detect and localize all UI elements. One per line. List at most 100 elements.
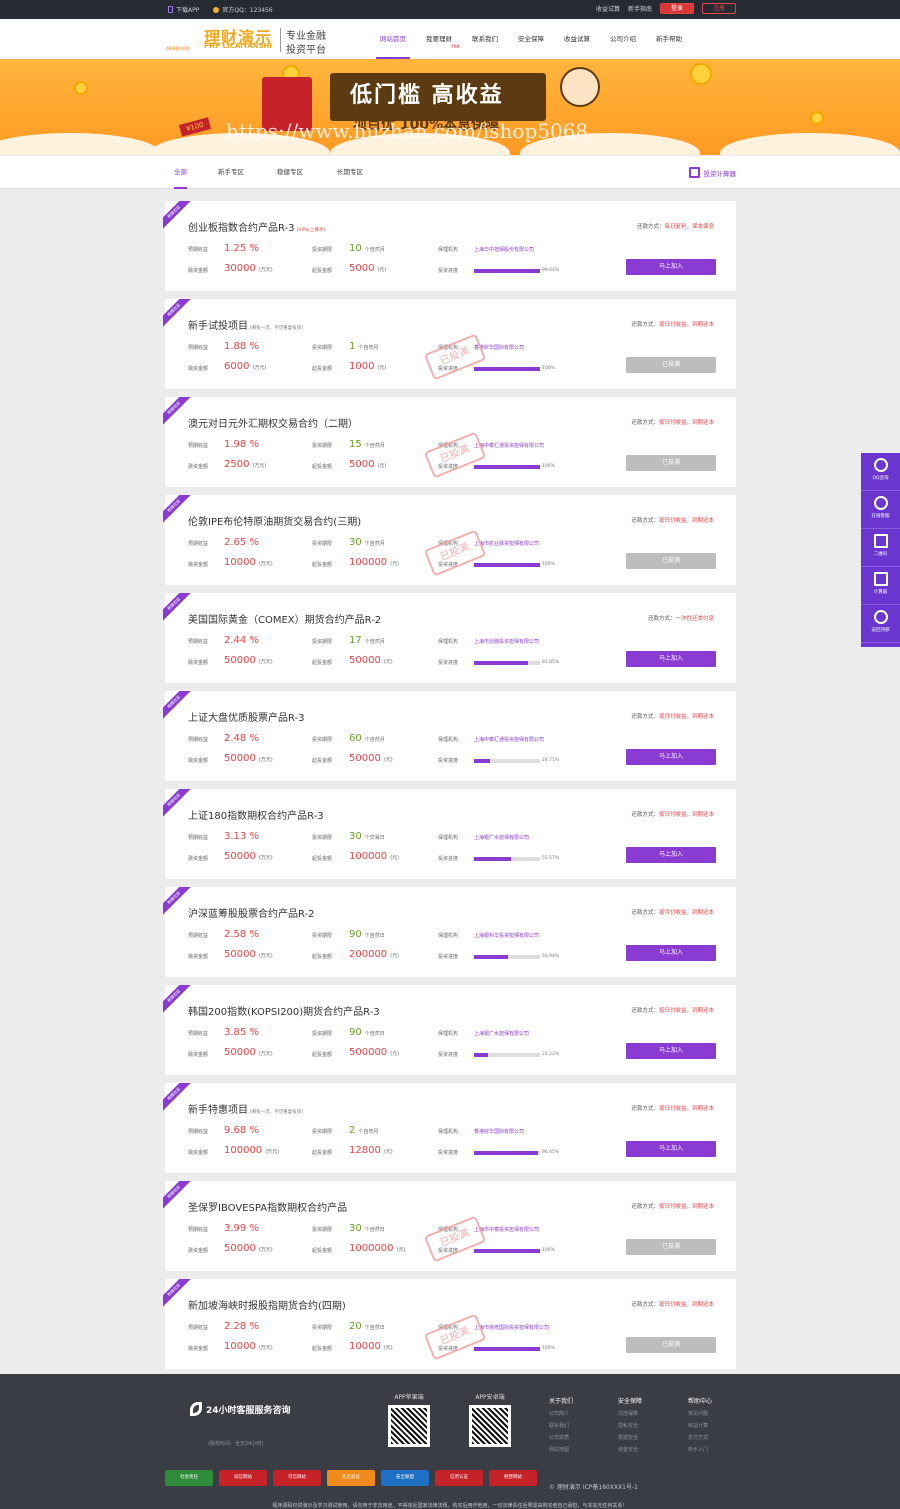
join-button[interactable]: 马上加入 [626,1043,716,1059]
min-value: 10000 [349,1341,381,1352]
product-title[interactable]: 创业板指数合约产品R-3 (VIP以上尊享) [188,219,325,234]
invest-term: 30 个交易日 [349,831,385,842]
footer-link[interactable]: 收益计算 [688,1422,738,1429]
site-logo[interactable]: 理财演示 PHP LICAIYANSHI ABP理财系统 专业金融 投资平台 [166,24,338,56]
legal-notice: 程序源码仅供演示及学习测试使用，请勿用于非法用途，不得违反国家法律法规，购买后用… [272,1503,628,1509]
product-title[interactable]: 伦敦IPE布伦特原油期货交易合约(三期) [188,513,361,528]
trust-badge[interactable]: 可信网站 [273,1470,321,1486]
nav-item-2[interactable]: 联系我们 [462,19,508,59]
filter-tab-1[interactable]: 新手专区 [218,156,244,189]
promo-banner[interactable]: ¥100 低门槛 高收益 项目优 100%本息保障 https://www.hu… [0,59,900,155]
footer-link[interactable]: 新手入门 [688,1446,738,1453]
trust-badge[interactable]: 实名验证 [327,1470,375,1486]
product-title[interactable]: 圣保罗IBOVESPA指数期权合约产品 [188,1199,347,1214]
footer-link[interactable]: 公司简介 [549,1410,599,1417]
product-tag: (限投一次，不可重复投资) [250,326,304,331]
product-title[interactable]: 新加坡海峡时报股指期货合约(四期) [188,1297,346,1312]
join-button[interactable]: 马上加入 [626,259,716,275]
footer-link[interactable]: 隐私安全 [618,1422,668,1429]
product-title[interactable]: 澳元对日元外汇期权交易合约（二期） [188,415,358,430]
rate-label: 预期收益 [188,443,209,449]
footer-link[interactable]: 联系我们 [549,1422,599,1429]
repay-method: 还款方式：按日付收益，到期还本 [631,418,714,426]
product-title[interactable]: 美国国际黄金（COMEX）期货合约产品R-2 [188,611,381,626]
repay-label: 还款方式： [631,714,659,720]
footer-link[interactable]: 数据安全 [618,1434,668,1441]
side-item-3[interactable]: 计算器 [861,567,900,605]
download-app-link[interactable]: 下载APP [168,5,199,14]
min-label: 起投金额 [312,268,333,274]
side-item-0[interactable]: QQ咨询 [861,453,900,491]
progress-label: 投资进度 [438,1052,459,1058]
profit-calc-link[interactable]: 收益试算 [596,4,620,13]
product-card: 稳健收益 上证180指数期权合约产品R-3 还款方式：按日付收益，到期还本 预期收益融… [163,789,736,879]
trust-badge[interactable]: 诚信网站 [219,1470,267,1486]
progress-text: 100% [542,464,555,469]
invest-term: 90 个自然日 [349,1027,385,1038]
investment-calculator-link[interactable]: 投资计算器 [688,167,736,178]
nav-item-0[interactable]: 网站首页 [370,19,416,59]
filter-tab-0[interactable]: 全部 [174,156,187,189]
coin-icon [690,63,712,85]
repay-label: 还款方式： [636,224,665,230]
progress-text: 96.45% [542,1150,560,1155]
register-button[interactable]: 注册 [702,3,736,14]
product-title[interactable]: 上证180指数期权合约产品R-3 [188,807,324,822]
product-title[interactable]: 上证大盘优质股票产品R-3 [188,709,305,724]
invest-term: 90 个自然日 [349,929,385,940]
footer-link[interactable]: 风控保障 [618,1410,668,1417]
filter-tab-3[interactable]: 长期专区 [337,156,363,189]
trust-badge[interactable]: 社会责任 [165,1470,213,1486]
term-label: 投资期限 [312,345,333,351]
copyright: © 理财演示 ICP备160XXX1号-1 [549,1484,638,1491]
product-title[interactable]: 沪深蓝筹股股票合约产品R-2 [188,905,315,920]
footer-link[interactable]: 资金安全 [618,1446,668,1453]
footer-link[interactable]: 常见问题 [688,1410,738,1417]
unit-wan: (万元) [265,1149,280,1155]
nav-item-4[interactable]: 收益试算 [554,19,600,59]
nav-item-3[interactable]: 安全保障 [508,19,554,59]
amount-label: 融资金额 [188,954,209,960]
side-item-2[interactable]: 二维码 [861,529,900,567]
product-title[interactable]: 韩国200指数(KOPSI200)期货合约产品R-3 [188,1003,380,1018]
invest-term: 10 个自然月 [349,243,385,254]
product-title[interactable]: 新手特惠项目 (限投一次，不可重复投资) [188,1101,303,1116]
join-button[interactable]: 马上加入 [626,945,716,961]
app-android-qr[interactable]: APP安卓端 [467,1392,513,1447]
product-title[interactable]: 新手试投项目 (限投一次，不可重复投资) [188,317,303,332]
trust-badge[interactable]: 信用认证 [435,1470,483,1486]
nav-item-1[interactable]: 我要理财 Hot [416,19,462,59]
guide-link[interactable]: 新手指南 [628,4,652,13]
footer-link[interactable]: 网站地图 [549,1446,599,1453]
side-item-4[interactable]: 返回顶部 [861,605,900,643]
min-investment: 12800 (元) [349,1145,393,1156]
footer-link[interactable]: 公司资质 [549,1434,599,1441]
repay-method: 还款方式：一次性还本付息 [648,614,714,622]
headset-icon [873,496,888,510]
nav-item-label: 收益试算 [564,35,590,43]
nav-item-6[interactable]: 新手帮助 [646,19,692,59]
login-button[interactable]: 登录 [660,3,694,14]
sold-out-stamp: 已投满 [423,431,487,479]
unit-yuan: (元) [377,365,387,371]
trust-badge[interactable]: 经营网站 [489,1470,537,1486]
min-value: 200000 [349,949,388,960]
join-button[interactable]: 马上加入 [626,1141,716,1157]
filter-tab-2[interactable]: 稳健专区 [277,156,303,189]
repay-method: 还款方式：每日复利，保本保息 [637,222,714,230]
app-ios-qr[interactable]: APP苹果端 [386,1392,432,1447]
trust-badge[interactable]: 安全联盟 [381,1470,429,1486]
join-button[interactable]: 马上加入 [626,749,716,765]
join-button[interactable]: 马上加入 [626,847,716,863]
unit-yuan: (元) [390,855,400,861]
financing-amount: 50000 (万元) [224,851,273,862]
guarantor-value: 香港财华国际有限公司 [474,1129,525,1135]
footer-link[interactable]: 支付方式 [688,1434,738,1441]
term-label: 投资期限 [312,737,333,743]
nav-item-5[interactable]: 公司介绍 [600,19,646,59]
side-item-1[interactable]: 在线客服 [861,491,900,529]
product-card: 稳健收益 新加坡海峡时报股指期货合约(四期) 还款方式：按日付收益，到期还本 预期收益… [163,1279,736,1369]
min-label: 起投金额 [312,660,333,666]
term-unit: 个自然月 [364,247,385,253]
join-button[interactable]: 马上加入 [626,651,716,667]
